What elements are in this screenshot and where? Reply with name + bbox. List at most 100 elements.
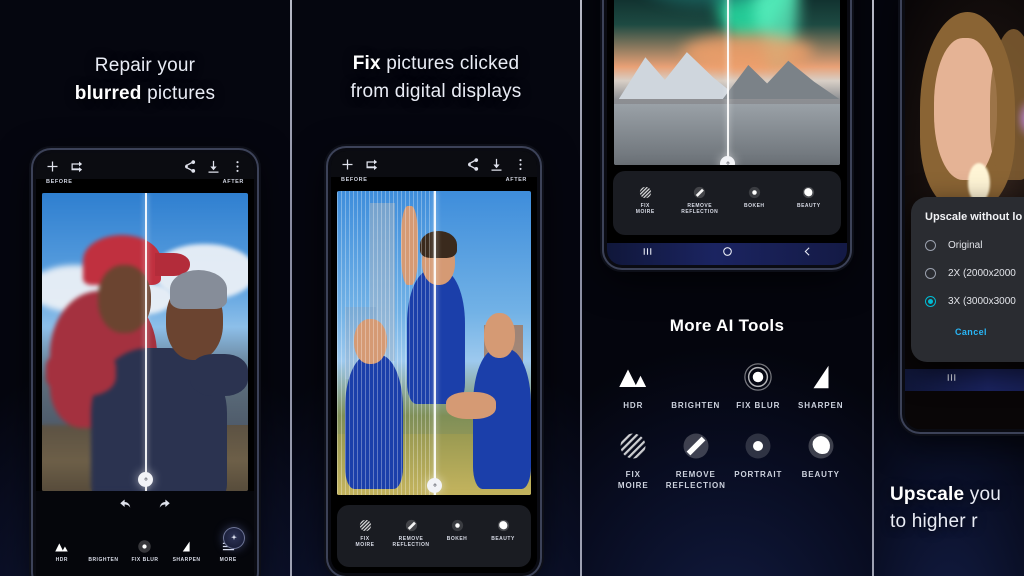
tool-label: BOKEH — [743, 203, 765, 209]
tool-list-1: HDR BRIGHTEN FIX BLUR SHARPEN MORE — [36, 517, 254, 568]
plus-icon[interactable] — [340, 157, 355, 172]
tool-bokeh[interactable]: BOKEH — [727, 185, 782, 209]
tool-brighten[interactable]: BRIGHTEN — [83, 539, 125, 563]
radio-label: 3X (3000x3000 — [948, 296, 1016, 307]
tool-remove-reflection[interactable]: REMOVE REFLECTION — [388, 518, 434, 549]
bokeh-dot-icon — [451, 519, 463, 532]
tool-fix-moire[interactable]: FIX MOIRE — [618, 185, 673, 216]
promo-panel-3: ‹› FIX MOIRE REMOVE REFLECTION BOKEH BEA… — [582, 0, 872, 576]
before-label: BEFORE — [341, 177, 368, 183]
plus-icon[interactable] — [45, 159, 60, 174]
compare-toggle-icon[interactable] — [364, 157, 379, 172]
cancel-button[interactable]: Cancel — [955, 327, 987, 337]
compare-slider-knob[interactable]: ‹› — [138, 472, 153, 487]
grid-tool-portrait[interactable]: PORTRAIT — [727, 431, 790, 491]
compare-slider-knob[interactable]: ‹› — [720, 156, 735, 165]
tool-beauty[interactable]: BEAUTY — [480, 518, 526, 542]
before-after-photo-3[interactable]: ‹› — [614, 0, 840, 165]
section-title-more-ai-tools: More AI Tools — [669, 316, 785, 335]
radio-option-original[interactable]: Original — [925, 240, 1024, 251]
radio-option-3x[interactable]: 3X (3000x3000 — [925, 296, 1024, 307]
beauty-sphere-icon — [497, 519, 509, 532]
before-after-photo-1[interactable]: ‹› — [42, 193, 248, 491]
phone-4-screen: Upscale without lo Original 2X (2000x200… — [905, 0, 1024, 429]
bokeh-dot-icon — [748, 186, 760, 199]
tool-label: MORE — [219, 557, 237, 563]
compare-slider-line[interactable] — [727, 0, 729, 165]
grid-tool-remove-reflection[interactable]: REMOVE REFLECTION — [665, 431, 728, 491]
sharpen-triangle-icon — [182, 541, 190, 552]
ai-sparkle-icon[interactable] — [223, 527, 245, 549]
hdr-mountains-icon — [619, 369, 647, 387]
grid-tool-fix-blur[interactable]: FIX BLUR — [727, 362, 790, 411]
radio-option-2x[interactable]: 2X (2000x2000 — [925, 268, 1024, 279]
tool-label: REMOVE REFLECTION — [392, 536, 430, 549]
tool-list-2: FIX MOIRE REMOVE REFLECTION BOKEH BEAUTY — [337, 505, 531, 554]
phone-mockup-3: ‹› FIX MOIRE REMOVE REFLECTION BOKEH BEA… — [604, 0, 850, 268]
focus-dot-icon — [138, 540, 152, 553]
radio-button-selected[interactable] — [925, 296, 936, 307]
grid-tool-hdr[interactable]: HDR — [602, 362, 665, 411]
phone-3-screen: ‹› FIX MOIRE REMOVE REFLECTION BOKEH BEA… — [607, 0, 847, 265]
grid-tool-label: BEAUTY — [801, 470, 840, 480]
android-navbar — [607, 243, 847, 265]
moire-artifact-overlay — [337, 191, 434, 495]
compare-toggle-icon[interactable] — [69, 159, 84, 174]
grid-tool-label: REMOVE REFLECTION — [665, 470, 726, 490]
tool-sharpen[interactable]: SHARPEN — [166, 539, 208, 563]
grid-tool-sharpen[interactable]: SHARPEN — [790, 362, 853, 411]
share-icon[interactable] — [182, 159, 197, 174]
tool-beauty[interactable]: BEAUTY — [782, 185, 837, 209]
compare-slider-line[interactable] — [434, 191, 436, 495]
promo-screenshot-grid: Repair your blurred pictures BEFORE AFTE… — [0, 0, 1024, 576]
phone-mockup-4: Upscale without lo Original 2X (2000x200… — [902, 0, 1024, 432]
dialog-actions: Cancel — [925, 327, 1024, 337]
reflection-slash-icon — [694, 186, 706, 199]
radio-button[interactable] — [925, 240, 936, 251]
crescent-moon-icon — [685, 364, 698, 390]
focus-rings-icon — [744, 363, 772, 391]
compare-slider-line[interactable] — [145, 193, 147, 491]
tool-label: FIX MOIRE — [635, 203, 655, 216]
panel-divider-2 — [580, 0, 582, 576]
tool-label: BEAUTY — [491, 536, 515, 542]
before-after-photo-2[interactable]: ‹› — [337, 191, 531, 495]
download-icon[interactable] — [489, 157, 504, 172]
grid-tool-label: FIX BLUR — [736, 401, 781, 410]
panel-divider-1 — [290, 0, 292, 576]
tool-card-3: FIX MOIRE REMOVE REFLECTION BOKEH BEAUTY — [613, 171, 841, 235]
compare-slider-knob[interactable]: ‹› — [427, 478, 442, 493]
tool-hdr[interactable]: HDR — [41, 539, 83, 563]
redo-arrow-icon[interactable] — [156, 497, 171, 517]
reflection-slash-icon — [683, 433, 709, 459]
dialog-title: Upscale without lo — [925, 211, 1023, 223]
more-vertical-icon[interactable] — [513, 157, 528, 172]
panel-1-headline: Repair your blurred pictures — [0, 52, 290, 107]
tool-fix-blur[interactable]: FIX BLUR — [124, 539, 166, 563]
more-vertical-icon[interactable] — [230, 159, 245, 174]
recents-icon[interactable] — [945, 371, 958, 389]
reflection-slash-icon — [405, 519, 417, 532]
grid-tool-beauty[interactable]: BEAUTY — [790, 431, 853, 491]
recents-icon[interactable] — [641, 245, 654, 263]
grid-tool-fix-moire[interactable]: FIX MOIRE — [602, 431, 665, 491]
tool-rail-1: HDR BRIGHTEN FIX BLUR SHARPEN MORE — [36, 491, 254, 576]
phone-mockup-2: BEFORE AFTER ‹› FIX MOIRE REMOVE REFLECT… — [328, 148, 540, 576]
headline-bold-word: Fix — [352, 53, 381, 74]
tool-list-3: FIX MOIRE REMOVE REFLECTION BOKEH BEAUTY — [613, 171, 841, 221]
grid-tool-label: BRIGHTEN — [671, 401, 721, 410]
headline-line2: from digital displays — [350, 80, 522, 102]
download-icon[interactable] — [206, 159, 221, 174]
before-blur-overlay — [42, 193, 145, 491]
tool-bokeh[interactable]: BOKEH — [434, 518, 480, 542]
back-chevron-icon[interactable] — [801, 245, 814, 263]
grid-tool-brighten[interactable]: BRIGHTEN — [665, 362, 728, 411]
share-icon[interactable] — [465, 157, 480, 172]
tool-remove-reflection[interactable]: REMOVE REFLECTION — [673, 185, 728, 216]
panel-2-headline: Fix pictures clicked from digital displa… — [292, 50, 580, 105]
tool-fix-moire[interactable]: FIX MOIRE — [342, 518, 388, 549]
home-circle-icon[interactable] — [721, 245, 734, 263]
undo-arrow-icon[interactable] — [119, 497, 134, 517]
headline-line2: to higher r — [890, 511, 978, 533]
radio-button[interactable] — [925, 268, 936, 279]
